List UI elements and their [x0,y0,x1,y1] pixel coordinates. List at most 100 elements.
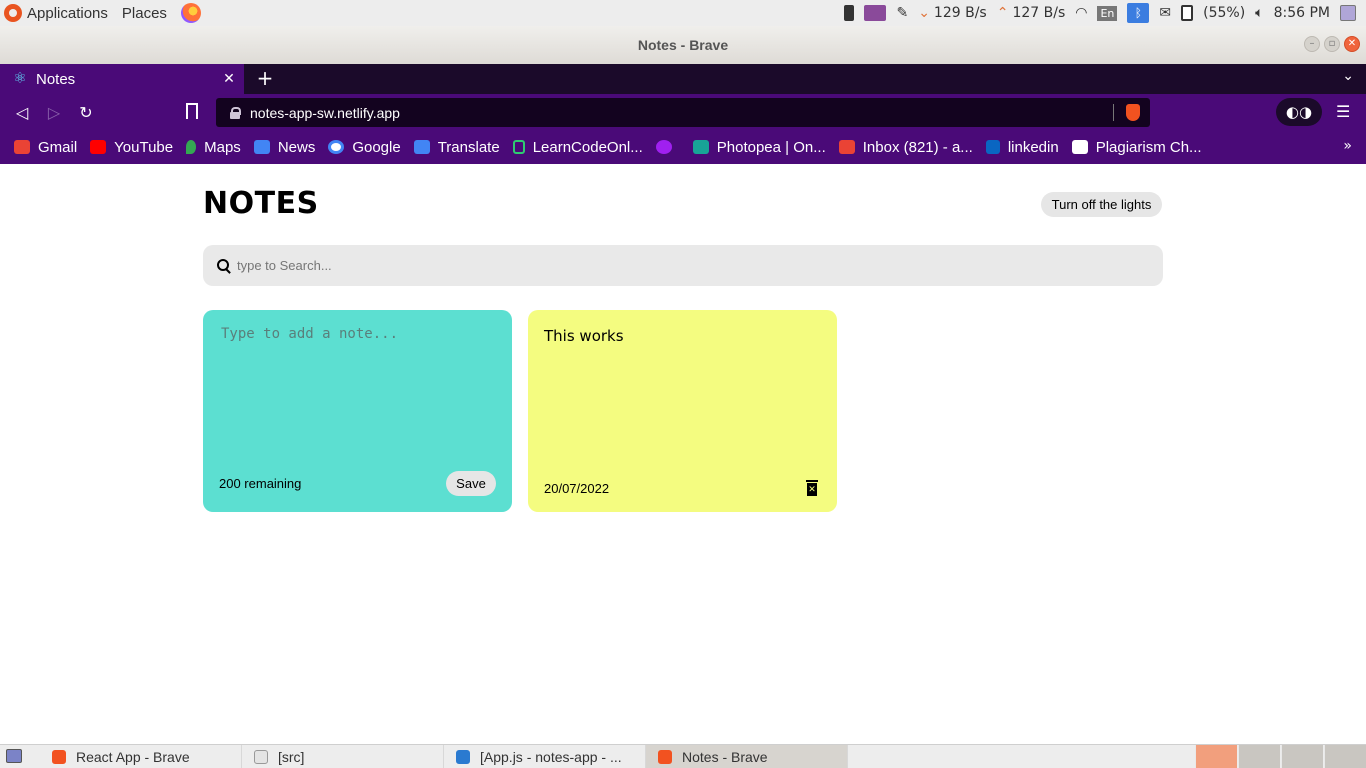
save-button[interactable]: Save [446,471,496,496]
forward-button[interactable]: ▷ [44,102,64,122]
note-date: 20/07/2022 [544,480,610,496]
ubuntu-logo-icon[interactable] [4,4,22,22]
bookmark-inbox[interactable]: Inbox (821) - a... [838,138,973,156]
note-card: This works 20/07/2022 ✕ [528,310,837,512]
gmail-icon [838,140,855,154]
bookmark-maps[interactable]: Maps [186,139,241,156]
bookmark-label: Translate [437,138,500,156]
youtube-icon [90,140,107,154]
close-window-button[interactable]: ✕ [1344,36,1360,52]
navigation-bar: ◁ ▷ ↻ notes-app-sw.netlify.app ◐◑ ☰ [0,94,1366,130]
task-label: [App.js - notes-app - ... [480,748,622,765]
task-label: React App - Brave [76,748,190,765]
bookmark-label: Gmail [38,138,78,156]
bookmark-label: Google [352,138,401,156]
react-favicon-icon: ⚛ [13,70,27,87]
applications-menu[interactable]: Applications [27,5,108,22]
bookmark-label: LearnCodeOnl... [532,138,643,156]
bookmark-translate[interactable]: Translate [413,138,500,156]
bookmark-linkedin[interactable]: linkedin [985,139,1059,156]
search-bar[interactable] [203,245,1163,286]
new-note-textarea[interactable] [219,326,496,456]
tab-list-chevron-icon[interactable]: ⌄ [1342,68,1354,84]
bookmark-label: Plagiarism Ch... [1095,138,1202,156]
delete-trash-icon[interactable]: ✕ [806,480,818,496]
bookmark-news[interactable]: News [253,138,316,156]
task-label: [src] [278,748,305,765]
minimize-button[interactable]: – [1304,36,1320,52]
battery-percent: (55%) [1203,5,1246,21]
close-tab-icon[interactable]: ✕ [220,69,238,87]
bookmark-learncodeonline[interactable]: LearnCodeOnl... [512,138,643,156]
private-glasses-icon[interactable]: ◐◑ [1276,98,1322,126]
back-button[interactable]: ◁ [12,102,32,122]
tab-strip: ⚛ Notes ✕ + ⌄ [0,64,1366,94]
keyboard-layout[interactable]: En [1097,0,1118,26]
url-text[interactable]: notes-app-sw.netlify.app [250,105,400,121]
taskbar: React App - Brave [src] [App.js - notes-… [0,744,1366,768]
bookmarks-overflow-icon[interactable]: » [1343,138,1352,154]
note-footer: 20/07/2022 ✕ [544,480,821,496]
bluetooth-icon[interactable]: ᛒ [1127,0,1150,26]
task-notes-brave[interactable]: Notes - Brave [646,745,848,768]
bookmark-label: Maps [204,138,241,156]
bookmark-label: News [277,138,316,156]
address-bar[interactable]: notes-app-sw.netlify.app [216,98,1150,127]
brave-shields-icon[interactable] [1126,104,1140,121]
window-title: Notes - Brave [637,37,729,53]
plugin-indicator-icon[interactable]: ✎ [896,0,908,26]
task-vscode[interactable]: [App.js - notes-app - ... [444,745,646,768]
net-down-speed: 129 B/s [933,5,987,21]
battery-icon[interactable] [1181,0,1194,26]
firefox-launcher-icon[interactable] [180,3,201,23]
reload-button[interactable]: ↻ [76,102,96,122]
places-menu[interactable]: Places [122,5,167,22]
wifi-icon[interactable]: ◠ [1075,0,1087,26]
bookmark-youtube[interactable]: YouTube [90,139,173,156]
bookmark-gmail[interactable]: Gmail [14,139,77,156]
bookmark-purple-site[interactable] [655,140,680,154]
bookmarks-bar: Gmail YouTube Maps News Google Translate… [0,130,1366,164]
task-react-app[interactable]: React App - Brave [40,745,242,768]
maximize-button[interactable]: ▫ [1324,36,1340,52]
show-desktop-icon[interactable] [6,749,22,763]
page-title: NOTES [203,186,319,221]
workspace-4[interactable] [1324,745,1366,768]
folder-icon [254,749,268,764]
window-titlebar[interactable]: Notes - Brave – ▫ ✕ [0,26,1366,64]
search-input[interactable] [237,258,1137,273]
bookmark-label: YouTube [114,138,174,156]
gmail-icon [14,140,30,154]
mail-icon[interactable]: ✉ [1159,0,1171,26]
brave-icon [52,749,66,764]
bookmark-plagiarism[interactable]: Plagiarism Ch... [1071,138,1202,156]
browser-menu-icon[interactable]: ☰ [1336,102,1350,121]
clock[interactable]: 8:56 PM [1274,0,1330,26]
workspace-2[interactable] [1238,745,1280,768]
workspace-1[interactable] [1195,745,1237,768]
sst-icon [1071,140,1088,154]
dark-mode-toggle-button[interactable]: Turn off the lights [1041,192,1162,217]
notes-app-page: NOTES Turn off the lights 200 remaining … [0,164,1366,744]
workspace-3[interactable] [1281,745,1323,768]
session-menu-icon[interactable] [1340,0,1356,26]
new-tab-button[interactable]: + [254,66,276,90]
search-icon [217,258,231,273]
bookmark-photopea[interactable]: Photopea | On... [692,139,826,156]
translate-icon [413,140,430,154]
new-note-card: 200 remaining Save [203,310,512,512]
phone-indicator-icon[interactable] [844,0,855,26]
photopea-icon [692,140,709,154]
news-icon [253,140,270,154]
learncode-icon [512,140,525,154]
task-src-folder[interactable]: [src] [242,745,444,768]
tab-notes[interactable]: ⚛ Notes ✕ [0,64,244,94]
volume-icon[interactable]: 🔈︎ [1255,0,1263,26]
bookmark-icon[interactable] [186,103,198,119]
bookmark-label: Inbox (821) - a... [862,138,973,156]
tab-title: Notes [36,70,76,88]
screenshot-indicator-icon[interactable] [864,0,887,26]
brave-icon [658,749,672,764]
lock-icon[interactable] [230,106,241,119]
bookmark-google[interactable]: Google [328,138,401,156]
